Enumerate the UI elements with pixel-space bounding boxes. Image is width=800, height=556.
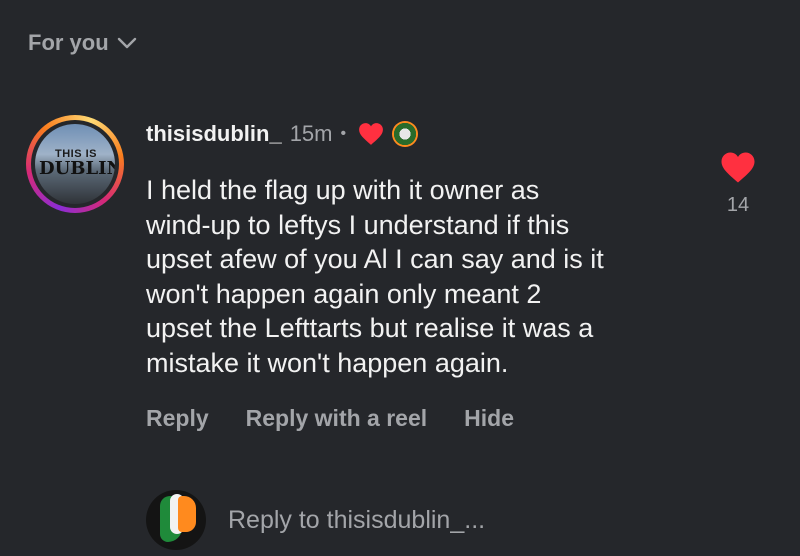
like-count: 14 bbox=[726, 194, 750, 216]
comment-line: wind-up to leftys I understand if this bbox=[146, 209, 570, 240]
comment-username[interactable]: thisisdublin_ bbox=[146, 121, 282, 147]
commenter-avatar[interactable]: THIS IS DUBLIN bbox=[26, 115, 124, 213]
heart-icon bbox=[721, 152, 755, 183]
comment-actions: Reply Reply with a reel Hide bbox=[146, 405, 514, 432]
reply-composer[interactable]: Reply to thisisdublin_... bbox=[146, 490, 485, 550]
creator-mini-avatar bbox=[392, 121, 419, 147]
avatar-image: THIS IS DUBLIN bbox=[35, 124, 115, 204]
hide-button[interactable]: Hide bbox=[464, 405, 514, 432]
separator-dot: • bbox=[340, 125, 347, 142]
comment-text: I held the flag up with it owner as wind… bbox=[146, 173, 706, 380]
comment-line: won't happen again only meant 2 bbox=[146, 278, 542, 309]
like-button[interactable]: 14 bbox=[718, 151, 758, 217]
feed-selector[interactable]: For you bbox=[28, 30, 137, 56]
comment-line: I held the flag up with it owner as bbox=[146, 175, 540, 205]
comment-line: upset afew of you Al I can say and is it bbox=[146, 244, 604, 274]
creator-liked-heart-icon bbox=[358, 122, 384, 146]
avatar-text-main: DUBLIN bbox=[39, 158, 115, 179]
reply-with-reel-button[interactable]: Reply with a reel bbox=[246, 405, 428, 432]
comment-time: 15m bbox=[289, 121, 333, 146]
comment-meta: thisisdublin_ 15m • bbox=[146, 121, 419, 147]
chevron-down-icon bbox=[117, 37, 136, 49]
current-user-avatar bbox=[146, 490, 206, 550]
reply-button[interactable]: Reply bbox=[146, 405, 209, 432]
feed-title: For you bbox=[28, 30, 109, 55]
comment-line: upset the Lefttarts but realise it was a bbox=[146, 313, 594, 343]
reply-input[interactable]: Reply to thisisdublin_... bbox=[228, 506, 485, 535]
comment-line: mistake it won't happen again. bbox=[146, 347, 509, 378]
